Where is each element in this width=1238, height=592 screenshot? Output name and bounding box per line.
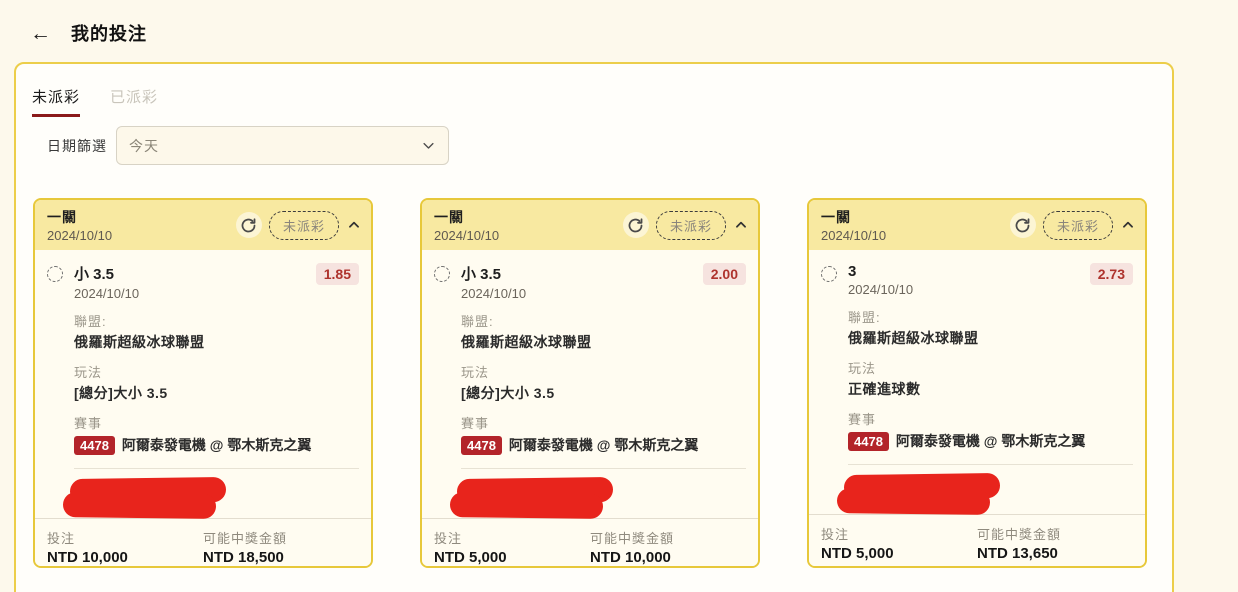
odds-badge: 1.85	[316, 263, 359, 285]
chevron-up-icon	[1121, 218, 1135, 232]
event-name: 阿爾泰發電機 @ 鄂木斯克之翼	[509, 435, 698, 455]
collapse-button[interactable]	[734, 218, 748, 232]
event-id-badge: 4478	[74, 436, 115, 455]
league-value: 俄羅斯超級冰球聯盟	[74, 332, 359, 352]
bet-card-footer: 投注 NTD 5,000 可能中獎金額 NTD 13,650	[809, 514, 1145, 568]
stake-value: NTD 10,000	[47, 549, 203, 566]
event-id-badge: 4478	[461, 436, 502, 455]
redaction-scribble	[837, 474, 1000, 514]
bet-date: 2024/10/10	[434, 228, 499, 243]
bet-type: 一關	[821, 207, 886, 227]
market-label: 玩法	[461, 362, 746, 381]
event-name: 阿爾泰發電機 @ 鄂木斯克之翼	[896, 431, 1085, 451]
status-badge: 未派彩	[656, 211, 726, 240]
bet-card: 一關 2024/10/10 未派彩	[807, 198, 1147, 568]
divider	[848, 464, 1133, 465]
chevron-up-icon	[734, 218, 748, 232]
event-id-badge: 4478	[848, 432, 889, 451]
bet-card-body: 小 3.5 2024/10/10 2.00 聯盟: 俄羅斯超級冰球聯盟 玩法 […	[422, 250, 758, 518]
odds-badge: 2.00	[703, 263, 746, 285]
page-title: 我的投注	[71, 20, 147, 46]
status-badge: 未派彩	[269, 211, 339, 240]
bet-card: 一關 2024/10/10 未派彩	[420, 198, 760, 568]
event-name: 阿爾泰發電機 @ 鄂木斯克之翼	[122, 435, 311, 455]
event-label: 賽事	[74, 413, 359, 432]
redaction-scribble	[450, 478, 613, 518]
payout-label: 可能中獎金額	[977, 524, 1133, 543]
selection-date: 2024/10/10	[848, 282, 913, 297]
stake-label: 投注	[821, 524, 977, 543]
payout-value: NTD 18,500	[203, 549, 359, 566]
market-value: [總分]大小 3.5	[74, 383, 359, 403]
status-badge: 未派彩	[1043, 211, 1113, 240]
pending-circle-icon	[821, 266, 837, 282]
redaction-scribble	[63, 478, 226, 518]
date-filter-label: 日期篩選	[47, 136, 107, 156]
divider	[74, 468, 359, 469]
chevron-down-icon	[421, 138, 436, 153]
top-bar: ← 我的投注	[0, 0, 1238, 46]
event-label: 賽事	[461, 413, 746, 432]
league-label: 聯盟:	[461, 311, 746, 330]
stake-value: NTD 5,000	[434, 549, 590, 566]
selection-pick: 小 3.5	[461, 263, 526, 284]
league-value: 俄羅斯超級冰球聯盟	[848, 328, 1133, 348]
refresh-button[interactable]	[236, 212, 262, 238]
bet-card-header: 一關 2024/10/10 未派彩	[422, 200, 758, 250]
pending-circle-icon	[434, 266, 450, 282]
selection-pick: 小 3.5	[74, 263, 139, 284]
pending-circle-icon	[47, 266, 63, 282]
payout-value: NTD 13,650	[977, 545, 1133, 562]
bet-card-footer: 投注 NTD 5,000 可能中獎金額 NTD 10,000	[422, 518, 758, 568]
league-label: 聯盟:	[74, 311, 359, 330]
league-label: 聯盟:	[848, 307, 1133, 326]
bet-card-body: 小 3.5 2024/10/10 1.85 聯盟: 俄羅斯超級冰球聯盟 玩法 […	[35, 250, 371, 518]
status-tabs: 未派彩 已派彩	[32, 86, 158, 117]
collapse-button[interactable]	[347, 218, 361, 232]
bet-card-body: 3 2024/10/10 2.73 聯盟: 俄羅斯超級冰球聯盟 玩法 正確進球數…	[809, 250, 1145, 514]
refresh-icon	[240, 217, 257, 234]
stake-label: 投注	[434, 528, 590, 547]
event-label: 賽事	[848, 409, 1133, 428]
stake-label: 投注	[47, 528, 203, 547]
bet-type: 一關	[434, 207, 499, 227]
market-label: 玩法	[848, 358, 1133, 377]
selection-date: 2024/10/10	[461, 286, 526, 301]
tab-settled[interactable]: 已派彩	[110, 86, 158, 117]
date-filter-select[interactable]: 今天	[116, 126, 449, 165]
bet-card-header: 一關 2024/10/10 未派彩	[35, 200, 371, 250]
market-value: [總分]大小 3.5	[461, 383, 746, 403]
payout-label: 可能中獎金額	[590, 528, 746, 547]
bet-type: 一關	[47, 207, 112, 227]
collapse-button[interactable]	[1121, 218, 1135, 232]
divider	[461, 468, 746, 469]
bet-card-header: 一關 2024/10/10 未派彩	[809, 200, 1145, 250]
back-icon[interactable]: ←	[30, 23, 51, 44]
bet-card-list: 一關 2024/10/10 未派彩	[33, 198, 1147, 568]
refresh-button[interactable]	[623, 212, 649, 238]
payout-label: 可能中獎金額	[203, 528, 359, 547]
selection-pick: 3	[848, 263, 913, 280]
date-filter-row: 日期篩選 今天	[47, 126, 449, 165]
date-filter-value: 今天	[129, 136, 159, 156]
stake-value: NTD 5,000	[821, 545, 977, 562]
my-bets-panel: 未派彩 已派彩 日期篩選 今天 一關 2024/10/10	[14, 62, 1174, 592]
refresh-icon	[627, 217, 644, 234]
market-label: 玩法	[74, 362, 359, 381]
bet-card: 一關 2024/10/10 未派彩	[33, 198, 373, 568]
chevron-up-icon	[347, 218, 361, 232]
tab-unsettled[interactable]: 未派彩	[32, 86, 80, 117]
odds-badge: 2.73	[1090, 263, 1133, 285]
refresh-icon	[1014, 217, 1031, 234]
selection-date: 2024/10/10	[74, 286, 139, 301]
bet-date: 2024/10/10	[821, 228, 886, 243]
market-value: 正確進球數	[848, 379, 1133, 399]
bet-date: 2024/10/10	[47, 228, 112, 243]
payout-value: NTD 10,000	[590, 549, 746, 566]
refresh-button[interactable]	[1010, 212, 1036, 238]
bet-card-footer: 投注 NTD 10,000 可能中獎金額 NTD 18,500	[35, 518, 371, 568]
league-value: 俄羅斯超級冰球聯盟	[461, 332, 746, 352]
